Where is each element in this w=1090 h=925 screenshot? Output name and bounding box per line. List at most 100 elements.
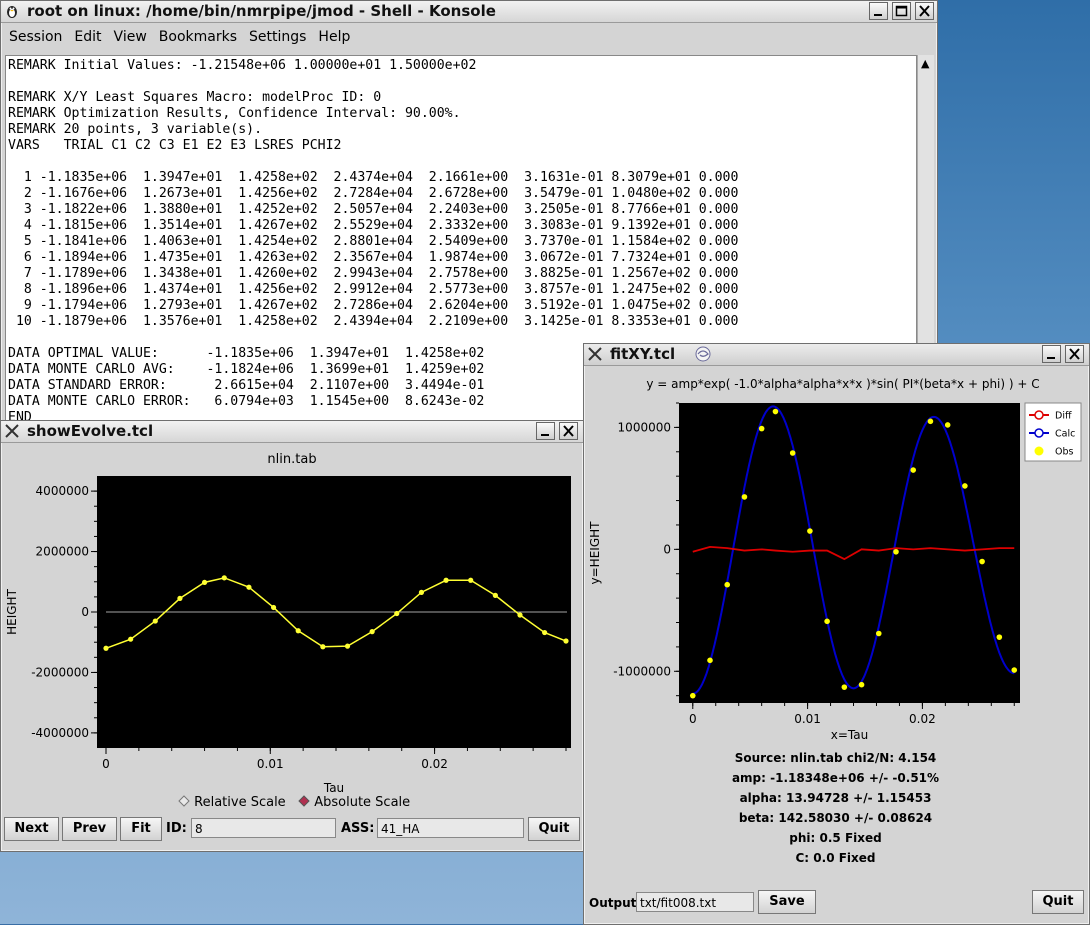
- data-point: [344, 643, 351, 649]
- obs-point: [789, 450, 796, 456]
- quit-button[interactable]: Quit: [528, 817, 580, 841]
- data-point: [418, 589, 425, 595]
- output-field[interactable]: txt/fit008.txt: [636, 892, 754, 912]
- next-button[interactable]: Next: [4, 817, 59, 841]
- window-title: fitXY.tcl: [610, 345, 676, 363]
- minimize-button[interactable]: [1042, 345, 1061, 363]
- data-point: [152, 618, 158, 624]
- radio-diamond-icon: [178, 795, 190, 807]
- minimize-icon: [541, 434, 549, 436]
- data-point: [246, 584, 252, 590]
- close-button[interactable]: [915, 2, 934, 20]
- close-icon: [563, 425, 574, 437]
- x-axis-label: x=Tau: [831, 728, 868, 742]
- data-point: [563, 638, 569, 644]
- ass-field[interactable]: 41_HA: [377, 818, 524, 838]
- menubar: Session Edit View Bookmarks Settings Help: [1, 25, 937, 51]
- quit-fit-button[interactable]: Quit: [1032, 890, 1084, 914]
- obs-point: [858, 681, 865, 688]
- fitxy-titlebar[interactable]: fitXY.tcl: [584, 344, 1089, 366]
- swirl-icon: [695, 346, 711, 362]
- close-button[interactable]: [559, 422, 578, 440]
- x-axis-label: Tau: [323, 781, 344, 795]
- radio-diamond-selected-icon: [298, 795, 310, 807]
- fit-amp-text: amp: -1.18348e+06 +/- -0.51%: [731, 771, 940, 785]
- data-point: [492, 592, 498, 598]
- fit-beta-text: beta: 142.58030 +/- 0.08624: [738, 811, 933, 825]
- legend-swatch-marker: [1034, 410, 1044, 420]
- data-point: [103, 645, 109, 651]
- fit-button[interactable]: Fit: [120, 817, 162, 841]
- obs-point: [724, 581, 731, 588]
- obs-point: [741, 494, 748, 500]
- menu-settings[interactable]: Settings: [241, 25, 310, 45]
- y-axis-label: HEIGHT: [5, 588, 19, 634]
- y-tick-label: -1000000: [613, 664, 671, 678]
- tk-feather-icon: [5, 424, 19, 438]
- konsole-titlebar[interactable]: root on linux: /home/bin/nmrpipe/jmod - …: [1, 1, 937, 23]
- plot-background: [679, 403, 1020, 703]
- y-axis-label: y=HEIGHT: [588, 521, 602, 585]
- y-tick-label: 2000000: [36, 545, 89, 559]
- close-icon: [1069, 348, 1080, 360]
- obs-point: [758, 425, 765, 432]
- data-point: [177, 595, 183, 601]
- scroll-up-icon[interactable]: ▲: [921, 57, 929, 70]
- ass-label: ASS:: [341, 821, 375, 836]
- data-point: [394, 610, 400, 617]
- obs-point: [841, 684, 848, 690]
- x-tick-label: 0.01: [794, 712, 821, 726]
- maximize-button[interactable]: [892, 2, 911, 20]
- window-title: root on linux: /home/bin/nmrpipe/jmod - …: [27, 2, 496, 20]
- id-field[interactable]: 8: [191, 818, 336, 838]
- absolute-scale-radio[interactable]: Absolute Scale: [298, 795, 410, 810]
- minimize-icon: [1047, 357, 1055, 359]
- scale-radio-group: Relative Scale Absolute Scale: [178, 795, 410, 810]
- fit-source-text: Source: nlin.tab chi2/N: 4.154: [734, 751, 937, 765]
- menu-session[interactable]: Session: [1, 25, 66, 45]
- x-tick-label: 0: [102, 757, 110, 771]
- menu-help[interactable]: Help: [310, 25, 354, 45]
- y-tick-label: 1000000: [618, 420, 671, 434]
- save-button[interactable]: Save: [758, 890, 816, 914]
- x-tick-label: 0.01: [257, 757, 284, 771]
- tux-icon: [7, 6, 17, 18]
- x-tick-label: 0.02: [421, 757, 448, 771]
- data-point: [369, 629, 375, 635]
- obs-point: [944, 422, 951, 428]
- y-tick-label: 4000000: [36, 484, 89, 498]
- close-button[interactable]: [1065, 345, 1084, 363]
- tk-feather-icon: [588, 347, 602, 361]
- window-title: showEvolve.tcl: [27, 422, 154, 440]
- data-point: [443, 577, 449, 583]
- obs-point: [807, 528, 813, 534]
- legend-swatch-marker: [1034, 428, 1044, 438]
- x-tick-label: 0: [689, 712, 697, 726]
- minimize-button[interactable]: [536, 422, 555, 440]
- y-tick-label: 0: [663, 542, 671, 556]
- menu-edit[interactable]: Edit: [66, 25, 105, 45]
- close-icon: [919, 5, 930, 17]
- obs-point: [707, 657, 713, 664]
- menu-view[interactable]: View: [106, 25, 151, 45]
- obs-point: [979, 558, 985, 565]
- minimize-icon: [874, 14, 882, 16]
- obs-point: [893, 548, 899, 555]
- id-label: ID:: [166, 821, 187, 836]
- y-tick-label: -4000000: [31, 726, 89, 740]
- minimize-button[interactable]: [869, 2, 888, 20]
- data-point: [295, 628, 301, 634]
- data-point: [221, 575, 227, 581]
- legend-label: Calc: [1055, 429, 1075, 440]
- menu-bookmarks[interactable]: Bookmarks: [151, 25, 241, 45]
- prev-button[interactable]: Prev: [62, 817, 117, 841]
- data-point: [270, 604, 277, 611]
- obs-point: [996, 634, 1003, 640]
- relative-scale-radio[interactable]: Relative Scale: [178, 795, 286, 810]
- output-label: Output:: [589, 896, 642, 910]
- obs-point: [927, 418, 934, 425]
- data-point: [128, 636, 134, 642]
- legend-swatch-marker: [1034, 446, 1044, 456]
- obs-point: [910, 467, 917, 473]
- data-point: [542, 629, 548, 636]
